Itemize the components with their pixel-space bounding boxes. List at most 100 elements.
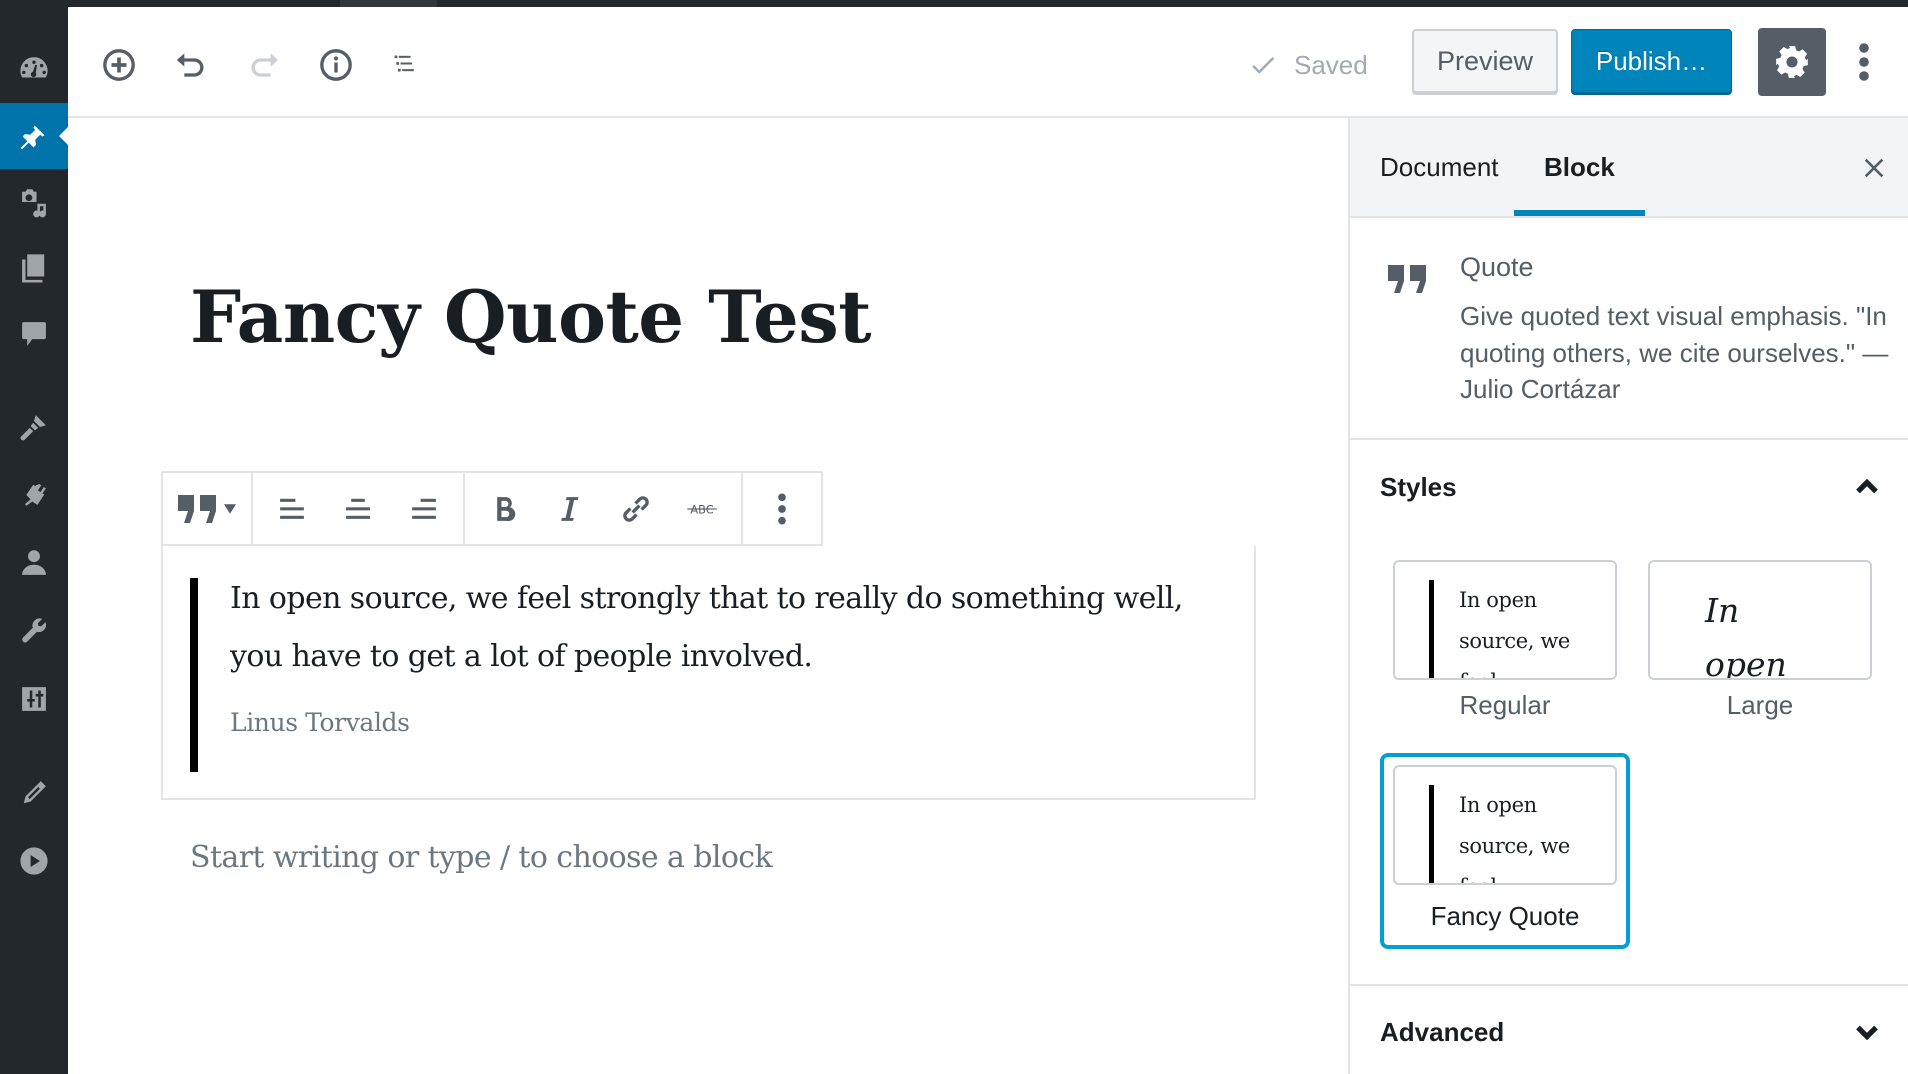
post-title[interactable]: Fancy Quote Test bbox=[190, 274, 872, 359]
menu-item-appearance[interactable] bbox=[0, 394, 68, 460]
toolbar-group-align bbox=[253, 473, 465, 544]
paintbrush-icon bbox=[20, 415, 46, 441]
settings-toggle-button[interactable] bbox=[1758, 28, 1826, 96]
style-preview: In open source, we feel bbox=[1393, 560, 1617, 680]
info-button[interactable] bbox=[314, 43, 358, 87]
undo-icon bbox=[176, 53, 204, 77]
advanced-panel-toggle[interactable]: Advanced bbox=[1350, 987, 1908, 1074]
tab-block[interactable]: Block bbox=[1514, 118, 1645, 216]
saved-status: Saved bbox=[1248, 47, 1368, 83]
settings-sidebar: Document Block Quote Give quoted text vi… bbox=[1348, 118, 1908, 1074]
plugin-icon bbox=[24, 483, 46, 506]
vertical-ellipsis-icon bbox=[1859, 43, 1869, 81]
block-switcher-button[interactable] bbox=[169, 473, 245, 544]
italic-icon bbox=[561, 496, 579, 521]
list-view-icon bbox=[394, 55, 414, 72]
quote-citation[interactable]: Linus Torvalds bbox=[230, 708, 1230, 737]
panel-divider bbox=[1350, 984, 1908, 986]
vertical-ellipsis-icon bbox=[778, 493, 786, 524]
quote-icon bbox=[178, 494, 216, 523]
quote-text[interactable]: In open source, we feel strongly that to… bbox=[230, 570, 1230, 686]
style-label: Regular bbox=[1459, 690, 1551, 720]
close-sidebar-button[interactable] bbox=[1854, 148, 1894, 188]
plus-circle-icon bbox=[103, 49, 135, 81]
info-icon bbox=[320, 49, 352, 81]
style-preview: In open source, we feel bbox=[1648, 560, 1872, 680]
menu-item-dashboard[interactable] bbox=[0, 36, 68, 102]
play-icon bbox=[20, 847, 48, 875]
style-preview-text: In open source, we feel bbox=[1705, 591, 1787, 680]
user-icon bbox=[22, 550, 46, 575]
pin-icon bbox=[20, 125, 45, 150]
blockquote: In open source, we feel strongly that to… bbox=[190, 578, 1230, 772]
redo-icon bbox=[251, 53, 279, 77]
bold-icon bbox=[497, 496, 516, 521]
menu-item-media[interactable] bbox=[0, 169, 68, 235]
styles-panel-toggle[interactable]: Styles bbox=[1350, 442, 1908, 532]
sidebar-tabs: Document Block bbox=[1350, 118, 1908, 218]
comment-icon bbox=[22, 322, 46, 346]
more-menu-button[interactable] bbox=[1846, 37, 1882, 87]
quote-icon bbox=[1388, 265, 1426, 293]
style-label: Fancy Quote bbox=[1430, 901, 1580, 931]
wrench-icon bbox=[22, 618, 46, 643]
align-left-button[interactable] bbox=[259, 473, 325, 544]
strikethrough-icon: ABC bbox=[687, 502, 717, 516]
outline-button[interactable] bbox=[386, 43, 430, 87]
italic-button[interactable] bbox=[537, 473, 603, 544]
publish-button[interactable]: Publish… bbox=[1571, 29, 1732, 93]
menu-item-users[interactable] bbox=[0, 530, 68, 596]
block-icon bbox=[1388, 264, 1428, 299]
saved-label: Saved bbox=[1294, 49, 1368, 80]
editor-canvas: Fancy Quote Test ABC In open source, we … bbox=[68, 118, 1348, 1074]
menu-item-tools[interactable] bbox=[0, 598, 68, 664]
align-left-icon bbox=[280, 498, 304, 519]
pages-icon bbox=[22, 254, 45, 283]
align-center-icon bbox=[346, 498, 370, 519]
quote-block[interactable]: In open source, we feel strongly that to… bbox=[161, 546, 1256, 800]
menu-item-comments[interactable] bbox=[0, 301, 68, 367]
toolbar-group-switcher bbox=[163, 473, 253, 544]
style-preview-text: In open source, we feel bbox=[1429, 785, 1599, 883]
block-card-description: Give quoted text visual emphasis. "In qu… bbox=[1460, 301, 1889, 404]
strikethrough-button[interactable]: ABC bbox=[669, 473, 735, 544]
chevron-down-icon bbox=[1852, 1017, 1882, 1047]
admin-top-bar bbox=[0, 0, 1908, 7]
menu-item-plugins[interactable] bbox=[0, 462, 68, 528]
block-more-options-button[interactable] bbox=[749, 473, 815, 544]
block-card-title: Quote bbox=[1460, 252, 1534, 282]
undo-button[interactable] bbox=[169, 43, 213, 87]
link-icon bbox=[623, 495, 649, 522]
preview-button[interactable]: Preview bbox=[1412, 29, 1558, 93]
menu-item-media-player[interactable] bbox=[0, 828, 68, 894]
menu-item-posts[interactable] bbox=[0, 103, 68, 169]
align-right-icon bbox=[412, 498, 436, 519]
admin-sidebar bbox=[0, 7, 68, 1074]
default-block-appender[interactable]: Start writing or type / to choose a bloc… bbox=[190, 840, 773, 875]
menu-item-settings[interactable] bbox=[0, 666, 68, 732]
link-button[interactable] bbox=[603, 473, 669, 544]
media-icon bbox=[22, 189, 46, 218]
style-preview-text: In open source, we feel bbox=[1429, 580, 1599, 678]
add-block-button[interactable] bbox=[97, 43, 141, 87]
block-toolbar: ABC bbox=[161, 471, 823, 546]
tab-document[interactable]: Document bbox=[1380, 118, 1499, 216]
chevron-up-icon bbox=[1852, 472, 1882, 502]
admin-bar-highlight bbox=[340, 0, 437, 7]
check-icon bbox=[1252, 57, 1275, 74]
editor-header: Saved Preview Publish… bbox=[68, 7, 1908, 118]
menu-item-gutenberg[interactable] bbox=[0, 760, 68, 826]
caret-down-icon bbox=[224, 503, 236, 514]
toolbar-group-format: ABC bbox=[465, 473, 743, 544]
close-icon bbox=[1864, 158, 1884, 178]
style-preview: In open source, we feel bbox=[1393, 765, 1617, 885]
align-right-button[interactable] bbox=[391, 473, 457, 544]
advanced-panel-title: Advanced bbox=[1380, 1016, 1505, 1047]
pencil-icon bbox=[23, 781, 46, 804]
bold-button[interactable] bbox=[471, 473, 537, 544]
menu-item-pages[interactable] bbox=[0, 235, 68, 301]
redo-button[interactable] bbox=[242, 43, 286, 87]
sliders-icon bbox=[22, 687, 46, 711]
dashboard-icon bbox=[20, 57, 48, 78]
align-center-button[interactable] bbox=[325, 473, 391, 544]
